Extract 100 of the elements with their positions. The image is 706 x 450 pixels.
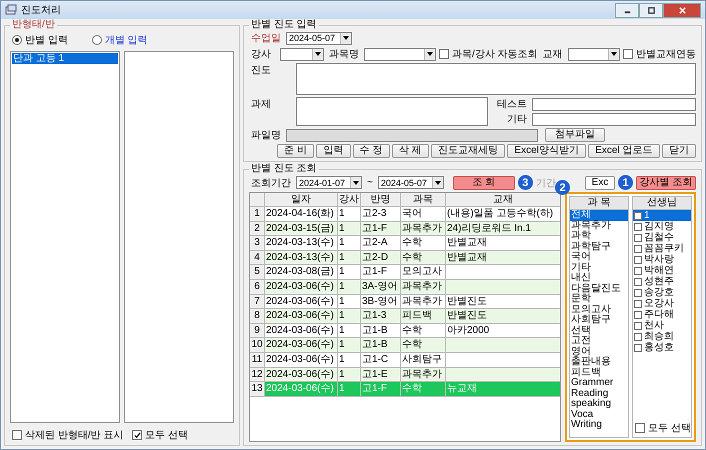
subject-item[interactable]: 다음달진도: [570, 284, 628, 294]
table-cell: 수학: [401, 250, 446, 264]
table-row[interactable]: 2 2024-03-15(금) 1 고1-F 과목추가 24)리딩로워드 In.1: [250, 222, 560, 236]
teacher-item[interactable]: 주다해: [633, 309, 691, 320]
teacher-item[interactable]: 성현주: [633, 276, 691, 287]
subject-item[interactable]: 전체: [570, 210, 628, 220]
end-date-picker[interactable]: 2024-05-07: [378, 176, 444, 189]
subject-item[interactable]: 과목추가: [570, 220, 628, 231]
subject-item[interactable]: 사회탐구: [570, 315, 628, 326]
teacher-dropdown[interactable]: [280, 48, 324, 60]
test-field[interactable]: [532, 98, 696, 110]
table-cell: 3B-영어: [361, 294, 401, 308]
subject-item[interactable]: 선택: [570, 326, 628, 336]
window-title: 진도처리: [21, 4, 61, 17]
subject-item[interactable]: 모의고사: [570, 304, 628, 315]
subject-item[interactable]: 문학: [570, 294, 628, 304]
teacher-search-button[interactable]: 강사별 조회: [636, 176, 696, 190]
class-item[interactable]: 단과 고등 1: [12, 53, 118, 64]
radio-option[interactable]: 반별 입력: [12, 33, 68, 47]
start-date-picker[interactable]: 2024-01-07: [296, 176, 362, 189]
teacher-item[interactable]: 최승희: [633, 331, 691, 342]
date-label: 수업일: [250, 32, 282, 45]
minimize-button[interactable]: [615, 2, 639, 18]
action-button[interactable]: 진도교재세팅: [430, 144, 506, 158]
table-cell: 2024-03-06(수): [265, 382, 338, 396]
table-cell: 수학: [401, 236, 446, 250]
subject-item[interactable]: 영어: [570, 346, 628, 357]
auto-lookup-checkbox[interactable]: 과목/강사 자동조회: [439, 47, 538, 61]
table-row[interactable]: 6 2024-03-06(수) 1 3A-영어 과목추가: [250, 280, 560, 295]
teacher-item[interactable]: 송강호: [633, 287, 691, 298]
teacher-item[interactable]: 오강사: [633, 298, 691, 309]
table-cell: 2024-03-06(수): [265, 280, 338, 294]
table-row[interactable]: 12 2024-03-06(수) 1 고1-E 과목추가: [250, 368, 560, 382]
select-all-checkbox[interactable]: 모두 선택: [633, 419, 691, 437]
subject-item[interactable]: Reading: [570, 388, 628, 399]
table-row[interactable]: 8 2024-03-06(수) 1 고1-3 피드백 반별진도: [250, 309, 560, 324]
table-cell: 1: [338, 207, 361, 221]
group-title: 반형태/반: [11, 20, 56, 30]
table-cell: 1: [338, 324, 361, 338]
app-icon: [5, 4, 17, 16]
attach-button[interactable]: 첨부파일: [545, 128, 605, 142]
file-field[interactable]: [286, 128, 538, 142]
table-cell: 과목추가: [401, 368, 446, 382]
table-cell: 2024-03-06(수): [265, 338, 338, 352]
teacher-item[interactable]: 박해연: [633, 265, 691, 276]
close-button[interactable]: [663, 2, 701, 18]
teacher-item[interactable]: 홍성호: [633, 342, 691, 353]
maximize-button[interactable]: [639, 2, 663, 18]
action-button[interactable]: 닫기: [662, 144, 696, 158]
action-button[interactable]: 삭 제: [392, 144, 429, 158]
subject-item[interactable]: 국어: [570, 252, 628, 262]
etc-field[interactable]: [532, 112, 696, 126]
book-link-checkbox[interactable]: 반별교재연동: [623, 47, 696, 61]
teacher-item[interactable]: 김철수: [633, 232, 691, 243]
table-row[interactable]: 4 2024-03-13(수) 1 고2-D 수학 반별교재: [250, 250, 560, 266]
homework-field[interactable]: [296, 97, 488, 126]
row-number: 7: [250, 294, 265, 308]
caret-icon: [611, 52, 617, 56]
table-cell: 1: [338, 250, 361, 264]
cut-off-button[interactable]: Exc: [585, 176, 615, 190]
table-cell: 1: [338, 294, 361, 308]
action-button[interactable]: Excel 업로드: [588, 144, 660, 158]
subject-item[interactable]: 과학탐구: [570, 242, 628, 252]
table-cell: 2024-03-06(수): [265, 368, 338, 382]
teacher-item[interactable]: 박사랑: [633, 254, 691, 265]
table-row[interactable]: 10 2024-03-06(수) 1 고1-B 수학: [250, 338, 560, 353]
subject-item[interactable]: Writing: [570, 420, 628, 430]
search-button[interactable]: 조 회: [452, 176, 515, 190]
select-all-checkbox[interactable]: 모두 선택: [132, 428, 188, 442]
subject-item[interactable]: 기타: [570, 262, 628, 273]
table-cell: 1: [338, 338, 361, 352]
table-cell: 1: [338, 309, 361, 323]
date-picker[interactable]: 2024-05-07: [286, 32, 352, 44]
subject-item[interactable]: 출판내용: [570, 357, 628, 368]
radio-option[interactable]: 개별 입력: [92, 33, 148, 47]
table-cell: 1: [338, 352, 361, 367]
action-button[interactable]: 입력: [316, 144, 351, 158]
subject-item[interactable]: 내신: [570, 273, 628, 284]
show-deleted-checkbox[interactable]: 삭제된 반형태/반 표시: [12, 428, 132, 442]
teacher-item[interactable]: 꼼꼼쿠키: [633, 243, 691, 254]
table-cell: 수학: [401, 382, 446, 396]
list-header: 과 목: [570, 197, 628, 210]
teacher-item[interactable]: 천사: [633, 320, 691, 331]
subject-dropdown[interactable]: [364, 48, 436, 60]
progress-field[interactable]: [296, 63, 696, 95]
book-dropdown[interactable]: [568, 48, 620, 60]
column-header: 일자: [265, 193, 338, 206]
subject-item[interactable]: Voca: [570, 410, 628, 420]
table-row[interactable]: 13 2024-03-06(수) 1 고1-F 수학 뉴교재: [250, 382, 560, 397]
teacher-item[interactable]: 김지영: [633, 221, 691, 232]
subject-item[interactable]: speaking: [570, 399, 628, 410]
action-button[interactable]: 준 비: [277, 144, 314, 158]
action-button[interactable]: 수 정: [352, 144, 390, 158]
teacher-item[interactable]: 1: [633, 210, 691, 221]
subject-item[interactable]: 피드백: [570, 368, 628, 378]
subject-item[interactable]: 고전: [570, 336, 628, 346]
table-cell: 1: [338, 280, 361, 294]
subject-item[interactable]: 과학: [570, 231, 628, 242]
action-button[interactable]: Excel양식받기: [507, 144, 586, 158]
subject-item[interactable]: Grammer: [570, 378, 628, 388]
